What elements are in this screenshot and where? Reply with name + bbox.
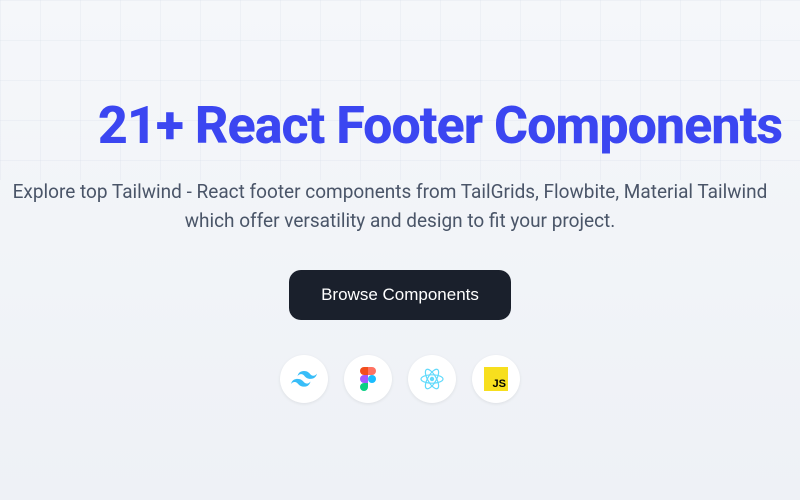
- hero-section: 21+ React Footer Components Explore top …: [0, 0, 800, 403]
- javascript-icon-badge[interactable]: JS: [472, 355, 520, 403]
- javascript-icon: JS: [484, 367, 508, 391]
- page-subtitle: Explore top Tailwind - React footer comp…: [0, 178, 800, 235]
- react-icon-badge[interactable]: [408, 355, 456, 403]
- subtitle-line-1: Explore top Tailwind - React footer comp…: [0, 178, 800, 207]
- tailwind-icon: [291, 371, 317, 387]
- figma-icon: [360, 367, 376, 391]
- react-icon: [419, 366, 445, 392]
- subtitle-line-2: which offer versatility and design to fi…: [0, 207, 800, 236]
- tech-icon-row: JS: [0, 355, 800, 403]
- figma-icon-badge[interactable]: [344, 355, 392, 403]
- tailwind-icon-badge[interactable]: [280, 355, 328, 403]
- page-title: 21+ React Footer Components: [80, 95, 800, 156]
- browse-components-button[interactable]: Browse Components: [289, 270, 511, 320]
